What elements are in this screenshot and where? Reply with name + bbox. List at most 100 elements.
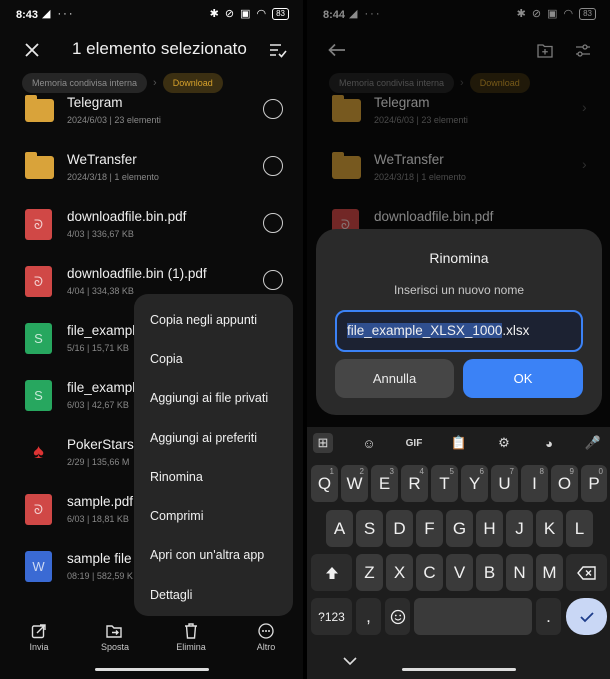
select-all-icon[interactable] <box>266 38 290 62</box>
key-m[interactable]: M <box>536 554 563 591</box>
right-screen: 8:44 ◢ ··· ✱ ⊘ ▣ ◠ 83 Memoria condivisa … <box>307 0 610 679</box>
select-radio[interactable] <box>263 213 283 233</box>
key-u[interactable]: U7 <box>491 465 518 502</box>
key-j[interactable]: J <box>506 510 533 547</box>
shift-icon <box>325 566 338 579</box>
select-radio[interactable] <box>263 270 283 290</box>
menu-item-add-private[interactable]: Aggiungi ai file privati <box>134 379 293 418</box>
key-z[interactable]: Z <box>356 554 383 591</box>
comma-key[interactable]: , <box>356 598 381 635</box>
move-button[interactable]: Sposta <box>85 620 145 652</box>
backspace-icon <box>576 565 596 580</box>
list-item[interactable]: ᘐ downloadfile.bin.pdf 4/03 | 336,67 KB <box>0 206 303 263</box>
breadcrumb-root[interactable]: Memoria condivisa interna <box>22 73 148 93</box>
key-y[interactable]: Y6 <box>461 465 488 502</box>
file-meta: 6/03 | 18,81 KB <box>67 514 129 524</box>
file-name: Telegram <box>67 95 123 110</box>
key-a[interactable]: A <box>326 510 353 547</box>
key-r[interactable]: R4 <box>401 465 428 502</box>
key-p[interactable]: P0 <box>581 465 607 502</box>
key-i[interactable]: I8 <box>521 465 548 502</box>
pokerstars-app-icon: ♠ <box>33 441 44 463</box>
bottom-action-bar: Invia Sposta Elimina Altro <box>0 620 303 660</box>
file-meta: 4/04 | 334,38 KB <box>67 286 134 296</box>
list-item[interactable]: Telegram 2024/6/03 | 23 elementi <box>0 92 303 149</box>
menu-item-copy[interactable]: Copia <box>134 339 293 378</box>
ok-button[interactable]: OK <box>463 359 583 398</box>
select-radio[interactable] <box>263 99 283 119</box>
cancel-button[interactable]: Annulla <box>335 359 454 398</box>
symbols-key[interactable]: ?123 <box>311 598 352 635</box>
gif-button[interactable]: GIF <box>400 433 428 453</box>
key-t[interactable]: T5 <box>431 465 458 502</box>
settings-gear-icon[interactable]: ⚙ <box>494 433 514 453</box>
apps-grid-icon[interactable]: ⊞ <box>313 433 333 453</box>
key-q[interactable]: Q1 <box>311 465 338 502</box>
key-c[interactable]: C <box>416 554 443 591</box>
key-x[interactable]: X <box>386 554 413 591</box>
file-meta: 2/29 | 135,66 M <box>67 457 130 467</box>
page-title: 1 elemento selezionato <box>72 39 247 58</box>
rename-dialog: Rinomina Inserisci un nuovo nome file_ex… <box>316 229 602 415</box>
notification-icons: ◢ ··· <box>42 8 75 20</box>
hide-keyboard-icon[interactable] <box>343 655 357 669</box>
menu-item-compress[interactable]: Comprimi <box>134 496 293 535</box>
microphone-icon[interactable]: 🎤 <box>583 433 603 453</box>
key-d[interactable]: D <box>386 510 413 547</box>
wifi-icon: ◠ <box>256 8 267 20</box>
menu-item-details[interactable]: Dettagli <box>134 575 293 614</box>
folder-icon <box>25 95 54 122</box>
send-label: Invia <box>29 642 49 652</box>
file-name: downloadfile.bin.pdf <box>67 209 187 224</box>
dialog-title: Rinomina <box>429 250 489 266</box>
menu-item-rename[interactable]: Rinomina <box>134 457 293 496</box>
list-item[interactable]: WeTransfer 2024/3/18 | 1 elemento <box>0 149 303 206</box>
sticker-icon[interactable]: ☺ <box>359 433 379 453</box>
menu-item-add-favorites[interactable]: Aggiungi ai preferiti <box>134 418 293 457</box>
period-key[interactable]: . <box>536 598 561 635</box>
key-k[interactable]: K <box>536 510 563 547</box>
key-l[interactable]: L <box>566 510 593 547</box>
shift-key[interactable] <box>311 554 352 591</box>
pdf-file-icon: ᘐ <box>25 209 52 240</box>
key-w[interactable]: W2 <box>341 465 368 502</box>
key-s[interactable]: S <box>356 510 383 547</box>
backspace-key[interactable] <box>566 554 607 591</box>
status-time: 8:43 <box>16 9 39 21</box>
key-h[interactable]: H <box>476 510 503 547</box>
menu-item-open-with[interactable]: Apri con un'altra app <box>134 536 293 575</box>
key-v[interactable]: V <box>446 554 473 591</box>
delete-label: Elimina <box>176 642 206 652</box>
breadcrumb-current[interactable]: Download <box>162 73 223 93</box>
select-radio[interactable] <box>263 156 283 176</box>
file-meta: 08:19 | 582,59 K <box>67 571 133 581</box>
dialog-subtitle: Inserisci un nuovo nome <box>393 283 525 297</box>
file-name: WeTransfer <box>67 152 137 167</box>
bluetooth-icon: ✱ <box>209 8 219 20</box>
more-button[interactable]: Altro <box>236 620 296 652</box>
clipboard-icon[interactable]: 📋 <box>449 433 469 453</box>
file-name: sample file <box>67 551 132 566</box>
enter-key[interactable] <box>566 598 607 635</box>
space-key[interactable] <box>414 598 532 635</box>
spreadsheet-file-icon: S <box>25 323 52 354</box>
key-n[interactable]: N <box>506 554 533 591</box>
close-icon[interactable] <box>20 38 44 62</box>
menu-item-copy-to-clipboard[interactable]: Copia negli appunti <box>134 300 293 339</box>
filename-input[interactable]: file_example_XLSX_1000.xlsx <box>335 310 583 352</box>
share-icon <box>9 620 69 642</box>
key-o[interactable]: O9 <box>551 465 578 502</box>
breadcrumb: Memoria condivisa interna › Download <box>22 73 223 93</box>
send-button[interactable]: Invia <box>9 620 69 652</box>
file-name: file_exampl <box>67 380 136 395</box>
folder-icon <box>25 152 54 179</box>
key-e[interactable]: E3 <box>371 465 398 502</box>
key-g[interactable]: G <box>446 510 473 547</box>
emoji-key[interactable] <box>385 598 410 635</box>
file-meta: 2024/6/03 | 23 elementi <box>67 115 161 125</box>
key-f[interactable]: F <box>416 510 443 547</box>
palette-icon[interactable]: ◕ <box>539 433 559 453</box>
delete-button[interactable]: Elimina <box>161 620 221 652</box>
file-name: file_exampl <box>67 323 136 338</box>
key-b[interactable]: B <box>476 554 503 591</box>
